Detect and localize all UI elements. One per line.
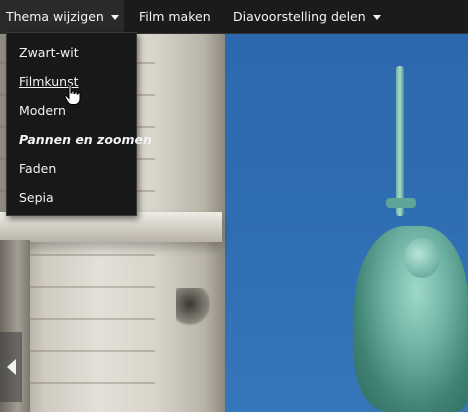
menu-item-pan-zoom[interactable]: Pannen en zoomen	[19, 132, 152, 147]
slideshow-toolbar: Thema wijzigen Film maken Diavoorstellin…	[0, 0, 468, 34]
menu-item-modern[interactable]: Modern	[19, 103, 66, 118]
photo-statue-sword	[396, 66, 404, 216]
chevron-left-icon	[7, 359, 16, 375]
menu-item-black-white[interactable]: Zwart-wit	[19, 45, 79, 60]
chevron-down-icon	[110, 15, 119, 20]
change-theme-button[interactable]: Thema wijzigen	[0, 0, 124, 33]
change-theme-label: Thema wijzigen	[6, 9, 104, 24]
menu-item-sepia[interactable]: Sepia	[19, 190, 54, 205]
menu-item-fade[interactable]: Faden	[19, 161, 56, 176]
photo-statue-sword-guard	[386, 198, 416, 208]
make-movie-button[interactable]: Film maken	[124, 0, 225, 33]
hand-pointer-icon	[64, 84, 81, 105]
photo-cornice	[0, 212, 222, 242]
photo-statue-head	[404, 238, 440, 278]
make-movie-label: Film maken	[139, 9, 211, 24]
share-slideshow-button[interactable]: Diavoorstelling delen	[225, 0, 381, 33]
theme-dropdown-menu: Zwart-wit Filmkunst Modern Pannen en zoo…	[6, 32, 152, 216]
photo-carving	[176, 288, 210, 328]
previous-photo-button[interactable]	[0, 332, 22, 402]
share-slideshow-label: Diavoorstelling delen	[233, 9, 366, 24]
photo-wall-edge	[155, 0, 225, 412]
chevron-down-icon	[372, 15, 381, 20]
